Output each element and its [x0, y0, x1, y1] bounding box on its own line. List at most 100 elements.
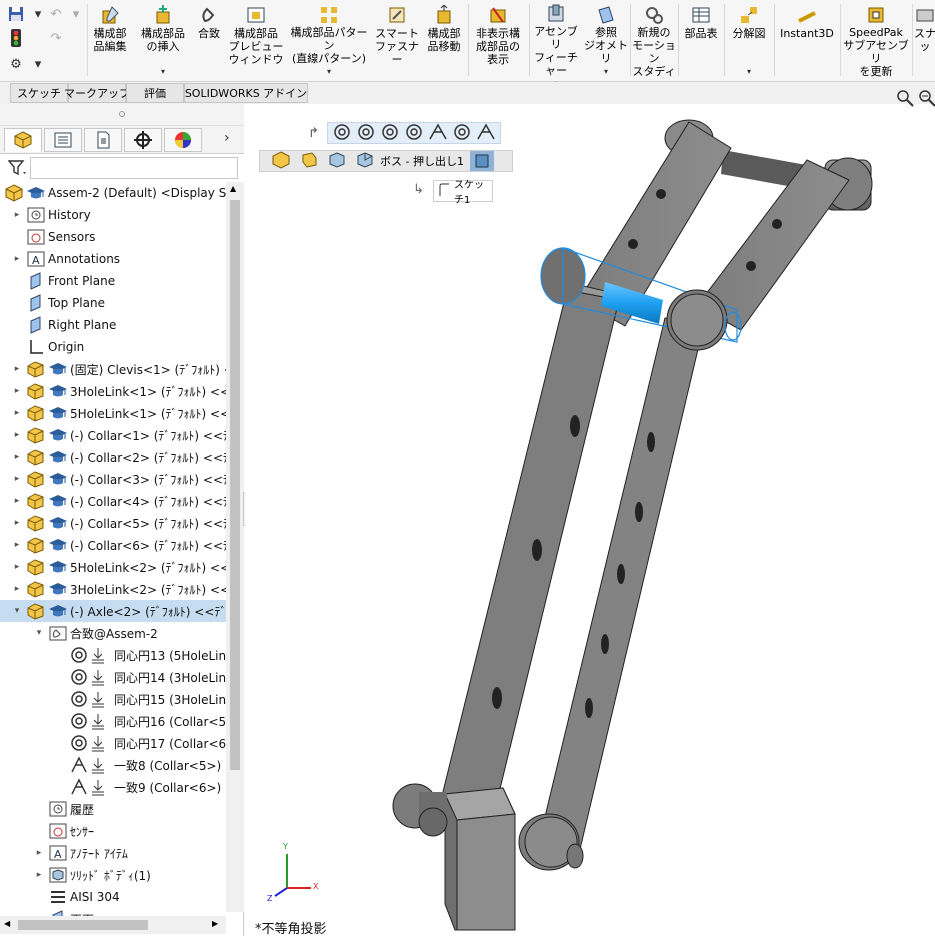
tree-item[interactable]: ▸ (固定) Clevis<1> (ﾃﾞﾌｫﾙﾄ) <<ﾃﾞ [0, 358, 226, 380]
tree-item[interactable]: 同心円14 (3HoleLink [0, 666, 226, 688]
edit-component-button[interactable]: 構成部 品編集 [88, 4, 132, 78]
tree-item[interactable]: Front Plane [0, 270, 226, 292]
tab-markup[interactable]: マークアップ [64, 83, 130, 103]
expand-icon[interactable]: ▸ [12, 474, 22, 484]
tree-item[interactable]: ｾﾝｻｰ [0, 820, 226, 842]
chevron-down-icon[interactable]: ▾ [327, 65, 331, 78]
chevron-down-icon[interactable]: ▾ [28, 54, 48, 74]
chevron-down-icon[interactable]: ▾ [66, 4, 86, 24]
traffic-light-icon[interactable] [6, 28, 26, 48]
assembly-feature-button[interactable]: アセンブリ フィーチャー▾ [530, 4, 582, 88]
expand-icon[interactable]: ▸ [34, 848, 44, 858]
insert-component-button[interactable]: 構成部品 の挿入 ▾ [136, 4, 190, 78]
expand-icon[interactable]: ▸ [12, 210, 22, 220]
chevron-down-icon[interactable]: ▾ [604, 65, 608, 78]
scroll-left-icon[interactable]: ◀ [4, 919, 10, 928]
speedpak-button[interactable]: SpeedPak サブアセンブリ を更新 [842, 4, 910, 78]
tree-item[interactable]: 同心円13 (5HoleLink [0, 644, 226, 666]
scrollbar-thumb[interactable] [18, 920, 148, 930]
panel-handle[interactable] [0, 104, 244, 126]
tree-item[interactable]: Top Plane [0, 292, 226, 314]
tree-item[interactable]: ▸ (-) Collar<5> (ﾃﾞﾌｫﾙﾄ) <<ﾃﾞﾌ [0, 512, 226, 534]
expand-icon[interactable]: ▸ [12, 540, 22, 550]
bom-button[interactable]: 部品表 [680, 4, 722, 78]
chevron-right-icon[interactable]: › [224, 130, 230, 146]
save-icon[interactable] [6, 4, 26, 24]
tree-item[interactable]: 一致8 (Collar<5>) [0, 754, 226, 776]
assembly-model[interactable] [245, 104, 935, 936]
property-manager-tab[interactable] [44, 128, 82, 152]
smart-fastener-button[interactable]: スマート ファスナー [374, 4, 420, 78]
tree-item[interactable]: 同心円17 (Collar<6>) [0, 732, 226, 754]
expand-icon[interactable]: ▸ [12, 430, 22, 440]
expand-icon[interactable]: ▸ [12, 452, 22, 462]
expand-icon[interactable]: ▸ [12, 386, 22, 396]
tree-filter-input[interactable] [30, 157, 238, 179]
display-manager-tab[interactable] [164, 128, 202, 152]
tree-item[interactable]: 履歴 [0, 798, 226, 820]
tree-item[interactable]: ▾ (-) Axle<2> (ﾃﾞﾌｫﾙﾄ) <<ﾃﾞﾌｫ [0, 600, 226, 622]
tree-vertical-scrollbar[interactable]: ▲ [226, 182, 244, 912]
tree-item[interactable]: ▸ (-) Collar<6> (ﾃﾞﾌｫﾙﾄ) <<ﾃﾞﾌ [0, 534, 226, 556]
scroll-up-icon[interactable]: ▲ [230, 184, 236, 193]
tree-item[interactable]: ▸ 3HoleLink<2> (ﾃﾞﾌｫﾙﾄ) <<ﾃﾞ [0, 578, 226, 600]
tree-item[interactable]: ▸ (-) Collar<3> (ﾃﾞﾌｫﾙﾄ) <<ﾃﾞﾌ [0, 468, 226, 490]
exploded-view-button[interactable]: 分解図 ▾ [726, 4, 772, 78]
mate-button[interactable]: 合致 [192, 4, 226, 78]
expand-icon[interactable]: ▸ [34, 870, 44, 880]
linear-pattern-button[interactable]: 構成部品パターン (直線パターン) ▾ [286, 4, 372, 78]
tree-item[interactable]: Sensors [0, 226, 226, 248]
chevron-down-icon[interactable]: ▾ [161, 65, 165, 78]
tree-item[interactable]: 一致9 (Collar<6>) [0, 776, 226, 798]
graphics-area[interactable]: ↱ ボス - 押し出し1 ↳ スケッチ1 Y X Z *不等角投影 [245, 90, 935, 937]
gear-icon[interactable]: ⚙ [6, 54, 26, 74]
collapse-icon[interactable]: ▾ [12, 606, 22, 616]
expand-icon[interactable]: ▸ [12, 584, 22, 594]
tree-item[interactable]: AISI 304 [0, 886, 226, 908]
tree-item[interactable]: ▸ (-) Collar<4> (ﾃﾞﾌｫﾙﾄ) <<ﾃﾞﾌ [0, 490, 226, 512]
tree-item[interactable]: ▸ 5HoleLink<1> (ﾃﾞﾌｫﾙﾄ) <<ﾃﾞ [0, 402, 226, 424]
reference-geometry-button[interactable]: 参照 ジオメトリ ▾ [584, 4, 628, 78]
preview-window-button[interactable]: 構成部品 プレビュー ウィンドウ [228, 4, 284, 78]
tab-addins[interactable]: SOLIDWORKS アドイン [184, 83, 308, 103]
tree-item[interactable]: ▾ 合致@Assem-2 [0, 622, 226, 644]
tree-item[interactable]: ▸ ｿﾘｯﾄﾞ ﾎﾞﾃﾞｨ(1) [0, 864, 226, 886]
tab-sketch[interactable]: スケッチ [10, 83, 68, 103]
tree-item[interactable]: ▸ A Annotations [0, 248, 226, 270]
scroll-right-icon[interactable]: ▶ [212, 919, 218, 928]
tree-item[interactable]: Right Plane [0, 314, 226, 336]
expand-icon[interactable]: ▸ [12, 364, 22, 374]
chevron-down-icon[interactable]: ▾ [28, 4, 48, 24]
expand-icon[interactable]: ▸ [12, 254, 22, 264]
tree-item[interactable]: 同心円16 (Collar<5> [0, 710, 226, 732]
chevron-down-icon[interactable]: ▾ [747, 65, 751, 78]
tree-item[interactable]: Origin [0, 336, 226, 358]
tree-item[interactable]: ▸ (-) Collar<1> (ﾃﾞﾌｫﾙﾄ) <<ﾃﾞﾌ [0, 424, 226, 446]
expand-icon[interactable]: ▸ [12, 408, 22, 418]
tab-evaluate[interactable]: 評価 [126, 83, 184, 103]
bottom-left-collar[interactable] [392, 783, 448, 837]
redo-icon[interactable]: ↷ [46, 28, 66, 48]
dimxpert-manager-tab[interactable] [124, 128, 162, 152]
expand-icon[interactable]: ▸ [12, 518, 22, 528]
instant3d-button[interactable]: Instant3D [776, 4, 838, 78]
tree-item[interactable]: ▸ (-) Collar<2> (ﾃﾞﾌｫﾙﾄ) <<ﾃﾞﾌ [0, 446, 226, 468]
feature-manager-tab[interactable] [4, 128, 42, 152]
tree-item[interactable]: ▸ 5HoleLink<2> (ﾃﾞﾌｫﾙﾄ) <<ﾃﾞ [0, 556, 226, 578]
snapshot-button[interactable]: スナ ッ [912, 4, 935, 78]
tree-item[interactable]: ▸ History [0, 204, 226, 226]
tree-item[interactable]: Assem-2 (Default) <Display State [0, 182, 226, 204]
collapse-icon[interactable]: ▾ [34, 628, 44, 638]
move-component-button[interactable]: 構成部 品移動 [422, 4, 466, 78]
undo-icon[interactable]: ↶ [46, 4, 66, 24]
tree-horizontal-scrollbar[interactable]: ◀ ▶ [0, 916, 226, 934]
expand-icon[interactable]: ▸ [12, 562, 22, 572]
tree-item[interactable]: ▸ 3HoleLink<1> (ﾃﾞﾌｫﾙﾄ) <<ﾃﾞ [0, 380, 226, 402]
expand-icon[interactable]: ▸ [12, 496, 22, 506]
tree-item[interactable]: ▸ A ｱﾉﾃｰﾄ ｱｲﾃﾑ [0, 842, 226, 864]
motion-study-button[interactable]: 新規の モーション スタディ [632, 4, 676, 78]
configuration-manager-tab[interactable] [84, 128, 122, 152]
clevis-block[interactable] [444, 787, 516, 931]
show-hidden-button[interactable]: 非表示構 成部品の 表示 [470, 4, 526, 78]
tree-item[interactable]: 同心円15 (3HoleLink [0, 688, 226, 710]
